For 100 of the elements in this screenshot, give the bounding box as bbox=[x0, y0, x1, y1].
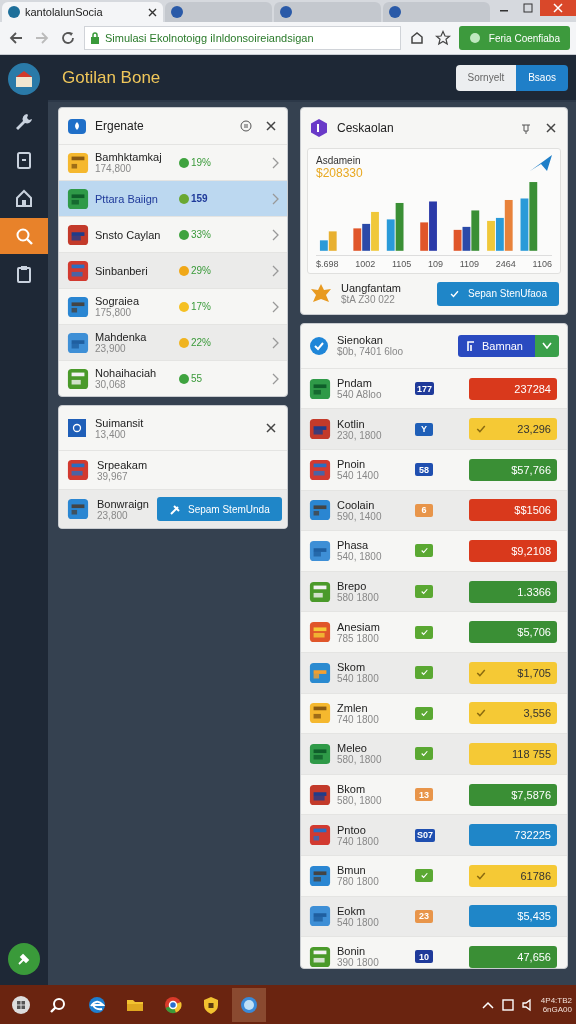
browser-tab[interactable] bbox=[383, 2, 490, 22]
tile-icon bbox=[309, 864, 331, 887]
axis-label: 1002 bbox=[355, 258, 376, 269]
item-value: 39,967 bbox=[97, 470, 128, 482]
item-name: Eokm bbox=[337, 904, 367, 917]
value-pill: 1.3366 bbox=[469, 580, 557, 603]
chevron-icon bbox=[271, 192, 279, 205]
lock-icon bbox=[90, 32, 100, 44]
card-title: Sienokan bbox=[337, 334, 384, 347]
tile-icon bbox=[309, 661, 331, 684]
tile-icon bbox=[309, 458, 331, 481]
clock-date: 6nGA00 bbox=[542, 1004, 572, 1014]
item-value: 23,900 bbox=[95, 343, 127, 354]
tag: 58 bbox=[415, 463, 433, 477]
list-item[interactable]: Sinbanberi 29% bbox=[59, 252, 287, 288]
tile-icon bbox=[309, 418, 331, 441]
segment-tab[interactable]: Sornyelt bbox=[455, 64, 517, 91]
item-name: Bkom bbox=[337, 783, 367, 796]
item-name: Brepo bbox=[337, 580, 367, 593]
item-name: Nohaihaciah bbox=[95, 367, 158, 379]
item-name: Pnoin bbox=[337, 458, 367, 471]
item-value: 23,800 bbox=[97, 509, 128, 521]
tile-icon bbox=[309, 702, 331, 725]
action-button[interactable]: Sepan StenUfaoa bbox=[437, 281, 559, 306]
globe-icon[interactable] bbox=[232, 987, 266, 1022]
axis-label: 109 bbox=[428, 258, 444, 269]
value-pill: 118 755 bbox=[469, 742, 557, 765]
item-name: Pttara Baiign bbox=[95, 192, 159, 205]
badge-icon bbox=[67, 418, 87, 438]
value-pill: 732225 bbox=[469, 824, 557, 847]
chevron-up-icon[interactable] bbox=[480, 999, 495, 1010]
hexagon-icon bbox=[309, 118, 329, 138]
item-value: 590, 1400 bbox=[337, 510, 383, 522]
tile-icon bbox=[309, 499, 331, 522]
close-icon[interactable] bbox=[263, 121, 279, 131]
item-name: Srpeakam bbox=[97, 458, 149, 471]
circle-icon bbox=[468, 32, 481, 44]
item-name: Meleo bbox=[337, 742, 368, 755]
item-value: 174,800 bbox=[95, 163, 132, 174]
item-value: 540 1800 bbox=[337, 673, 380, 685]
bar bbox=[520, 198, 529, 251]
bar bbox=[353, 228, 362, 251]
tile-icon bbox=[67, 187, 89, 210]
item-name: Pntoo bbox=[337, 823, 367, 836]
list-item[interactable]: Mahdenka 23,900 22% bbox=[59, 324, 287, 360]
chevron-icon bbox=[271, 156, 279, 169]
item-value: 540, 1800 bbox=[337, 551, 383, 563]
browser-tab[interactable] bbox=[165, 2, 273, 22]
item-value: 740 1800 bbox=[337, 713, 380, 725]
list-item[interactable]: Nohaihaciah 30,068 55 bbox=[59, 360, 287, 396]
tile-icon bbox=[309, 377, 331, 400]
tile-icon bbox=[67, 151, 89, 174]
card-title: Ergenate bbox=[95, 119, 145, 133]
item-name: Skom bbox=[337, 661, 367, 674]
app-title: Gotilan Bone bbox=[62, 67, 162, 88]
action-button[interactable]: Bamnan bbox=[458, 334, 535, 357]
list-item[interactable]: Pttara Baiign 159 bbox=[59, 180, 287, 216]
tag: Y bbox=[415, 422, 433, 436]
logo-icon[interactable] bbox=[7, 62, 41, 96]
network-icon[interactable] bbox=[500, 997, 515, 1012]
bar bbox=[362, 223, 371, 251]
item-name: Kotlin bbox=[337, 417, 366, 430]
action-button[interactable]: Feria Coenfiaba bbox=[458, 26, 570, 50]
close-icon[interactable] bbox=[543, 123, 559, 133]
tile-icon bbox=[67, 295, 89, 318]
pause-icon[interactable] bbox=[237, 120, 255, 132]
tile-icon bbox=[67, 223, 89, 246]
axis-label: $.698 bbox=[316, 258, 339, 269]
tile-icon bbox=[67, 331, 89, 354]
item-value: 580, 1800 bbox=[337, 795, 383, 807]
browser-tab[interactable] bbox=[274, 2, 382, 22]
clock-time: 4P4:TB2 bbox=[540, 995, 572, 1005]
tile-icon bbox=[67, 367, 89, 390]
item-name: Coolain bbox=[337, 498, 376, 511]
value-pill: $5,706 bbox=[469, 621, 557, 644]
value-pill: 47,656 bbox=[469, 945, 557, 968]
flag-icon bbox=[466, 339, 476, 352]
item-value: 540 A8loo bbox=[337, 389, 383, 401]
item-name: Bonin bbox=[337, 945, 367, 958]
segment-tab[interactable]: Bsaos bbox=[516, 64, 568, 91]
axis-label: 2464 bbox=[495, 258, 516, 269]
item-value: $tA Z30 022 bbox=[341, 294, 395, 306]
item-name: Bonwraign bbox=[97, 497, 149, 510]
browser-tab[interactable]: kantolalunSocia bbox=[2, 2, 164, 22]
value-pill: $7,5876 bbox=[469, 783, 557, 806]
dropdown-icon[interactable] bbox=[535, 334, 559, 357]
tile-icon bbox=[309, 905, 331, 928]
url-field[interactable]: Simulasi Ekolnotoigg iInldonsoireiandsigan bbox=[84, 26, 401, 50]
chevron-icon bbox=[271, 228, 279, 241]
total-value: $208330 bbox=[316, 166, 363, 180]
chevron-icon bbox=[271, 372, 279, 385]
close-icon[interactable] bbox=[263, 423, 279, 433]
close-icon[interactable] bbox=[148, 7, 158, 17]
action-button[interactable]: Sepam StemUnda bbox=[157, 497, 282, 521]
tag: 6 bbox=[415, 503, 433, 517]
chart-title: Asdamein bbox=[316, 155, 362, 166]
item-name: Sinbanberi bbox=[95, 264, 149, 277]
value-pill: 61786 bbox=[469, 864, 557, 887]
tile-icon bbox=[67, 259, 89, 282]
item-value: 30,068 bbox=[95, 379, 127, 390]
